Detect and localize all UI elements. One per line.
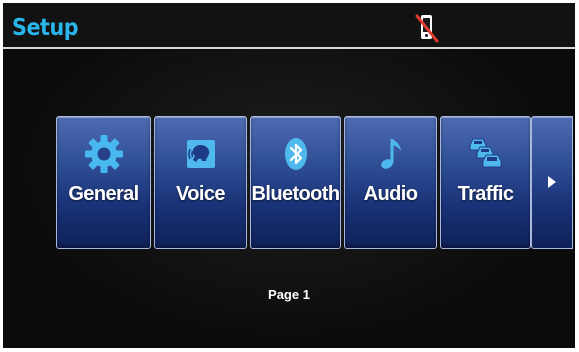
audio-label: Audio	[363, 183, 418, 205]
bluetooth-label: Bluetooth	[251, 183, 341, 205]
phone-disconnected-icon	[414, 12, 440, 44]
gear-icon	[83, 133, 125, 175]
traffic-button[interactable]: Traffic	[440, 116, 531, 249]
bluetooth-icon	[275, 133, 317, 175]
page-title: Setup	[12, 15, 79, 41]
voice-button[interactable]: Voice	[154, 116, 247, 249]
music-note-icon	[370, 133, 412, 175]
chevron-right-icon	[548, 176, 556, 188]
next-page-button[interactable]	[531, 116, 573, 249]
voice-label: Voice	[176, 183, 225, 205]
general-button[interactable]: General	[56, 116, 151, 249]
general-label: General	[68, 183, 139, 205]
audio-button[interactable]: Audio	[344, 116, 437, 249]
screen-frame: Setup General Voice Bluetooth Audio Traf…	[3, 3, 575, 348]
traffic-cars-icon	[465, 133, 507, 175]
bluetooth-button[interactable]: Bluetooth	[250, 116, 341, 249]
page-indicator: Page 1	[268, 287, 310, 302]
voice-icon	[180, 133, 222, 175]
traffic-label: Traffic	[457, 183, 514, 205]
header-bar: Setup	[3, 3, 575, 47]
